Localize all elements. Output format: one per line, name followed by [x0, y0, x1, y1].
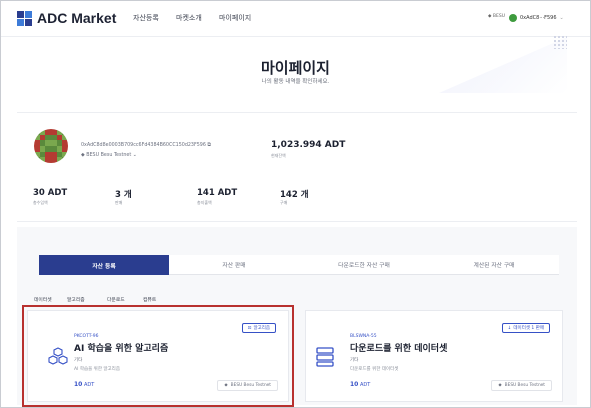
asset-card-algorithm[interactable]: ⊡ 알고리즘 PKCOTT-96 AI 학습을 위한 알고리즘 기타 AI 학습… — [22, 305, 294, 407]
filter-compute[interactable]: 컴퓨트 — [143, 296, 156, 303]
price-unit: ADT — [83, 382, 95, 388]
nav-item-market-intro[interactable]: 마켓소개 — [176, 13, 202, 23]
wallet-button[interactable]: 0xAdC8···F596 ⌄ — [509, 11, 564, 25]
network-label: BESU — [492, 14, 505, 19]
divider — [17, 221, 577, 222]
filter-download[interactable]: 다운로드 — [107, 296, 125, 303]
algorithm-cubes-icon — [48, 347, 68, 365]
balance-value: 1,023.994 ADT — [271, 140, 346, 150]
price-value: 10 — [74, 381, 83, 388]
badge-label: 데이터셋 1 판매 — [513, 326, 544, 331]
asset-category: 기타 — [74, 358, 83, 363]
tab-downloaded-purchases[interactable]: 다운로드한 자산 구매 — [299, 255, 429, 275]
stat-purchase-value: 142 개 — [280, 190, 309, 200]
profile-network: ◆ BESU Besu Testnet ⌄ — [81, 153, 137, 158]
page-title: 마이페이지 — [260, 59, 330, 77]
adc-logo-icon[interactable] — [17, 11, 32, 26]
asset-title[interactable]: AI 학습을 위한 알고리즘 — [74, 341, 168, 354]
stat-purchase-label: 구매 — [280, 200, 288, 205]
divider — [17, 112, 577, 113]
balance-label: 현재잔액 — [271, 153, 286, 158]
copy-icon[interactable]: ⧉ — [207, 143, 210, 148]
asset-code: BLSWNA-55 — [350, 334, 377, 339]
asset-card-dataset[interactable]: ↓ 데이터셋 1 판매 BLSWNA-55 다운로드를 위한 데이터셋 기타 다… — [305, 310, 563, 402]
stat-income-label: 총수입액 — [33, 200, 48, 205]
network-chip-label: BESU Besu Testnet — [230, 383, 271, 388]
network-chip: ◆ BESU Besu Testnet — [217, 380, 278, 391]
network-chip-label: BESU Besu Testnet — [504, 383, 545, 388]
wallet-avatar-icon — [509, 14, 517, 22]
asset-description: AI 학습을 위한 알고리즘 — [74, 367, 120, 372]
download-icon: ↓ — [507, 325, 512, 331]
card-type-badge: ↓ 데이터셋 1 판매 — [501, 323, 550, 333]
address-text: 0xAdC8d8e0003B709cc6Fd4384B60CC150d23F59… — [81, 143, 206, 148]
chevron-down-icon: ⌄ — [559, 15, 564, 21]
network-diamond-icon: ◆ — [498, 383, 502, 388]
filter-dataset[interactable]: 데이터셋 — [34, 296, 52, 303]
tab-asset-sales[interactable]: 자산 판매 — [169, 255, 299, 275]
asset-category: 기타 — [350, 358, 359, 363]
network-diamond-icon: ◆ — [81, 153, 85, 158]
price-value: 10 — [350, 381, 359, 388]
wallet-address-full: 0xAdC8d8e0003B709cc6Fd4384B60CC150d23F59… — [81, 142, 211, 148]
network-diamond-icon: ◆ — [224, 383, 228, 388]
card-type-badge: ⊡ 알고리즘 — [241, 323, 276, 333]
app-frame: ADC Market 자산등록 마켓소개 마이페이지 ◆ BESU 0xAdC8… — [0, 0, 591, 408]
avatar — [34, 129, 68, 163]
lock-icon: ⊡ — [247, 325, 252, 331]
stat-income-value: 30 ADT — [33, 188, 68, 198]
asset-code: PKCOTT-96 — [74, 334, 99, 339]
asset-title[interactable]: 다운로드를 위한 데이터셋 — [350, 341, 447, 354]
wallet-address: 0xAdC8···F596 — [520, 15, 557, 21]
badge-label: 알고리즘 — [253, 326, 270, 331]
network-chip: ◆ BESU Besu Testnet — [491, 380, 552, 391]
stat-sales-label: 판매 — [115, 200, 123, 205]
asset-price: 10 ADT — [350, 381, 370, 388]
nav-item-register[interactable]: 자산등록 — [133, 13, 159, 23]
filter-algorithm[interactable]: 알고리즘 — [67, 296, 85, 303]
dot-grid-decoration — [553, 35, 567, 49]
tab-computed-purchases[interactable]: 계산된 자산 구매 — [429, 255, 559, 275]
dataset-server-icon — [316, 347, 334, 367]
network-diamond-icon: ◆ — [488, 14, 492, 19]
nav-item-mypage[interactable]: 마이페이지 — [219, 13, 251, 23]
network-indicator[interactable]: ◆ BESU — [488, 14, 505, 19]
price-unit: ADT — [359, 382, 371, 388]
stat-spend-value: 141 ADT — [197, 188, 238, 198]
page-subtitle: 나의 활동 내역을 확인하세요. — [261, 79, 330, 85]
chevron-down-icon[interactable]: ⌄ — [133, 153, 137, 158]
stat-sales-value: 3 개 — [115, 190, 132, 200]
brand-name[interactable]: ADC Market — [37, 10, 116, 26]
profile-network-label: BESU Besu Testnet — [86, 153, 132, 158]
tab-asset-register[interactable]: 자산 등록 — [39, 255, 169, 275]
stat-spend-label: 총지출액 — [197, 200, 212, 205]
top-nav: ADC Market 자산등록 마켓소개 마이페이지 ◆ BESU 0xAdC8… — [1, 1, 590, 37]
asset-description: 다운로드를 위한 데이터셋 — [350, 367, 399, 372]
asset-price: 10 ADT — [74, 381, 94, 388]
